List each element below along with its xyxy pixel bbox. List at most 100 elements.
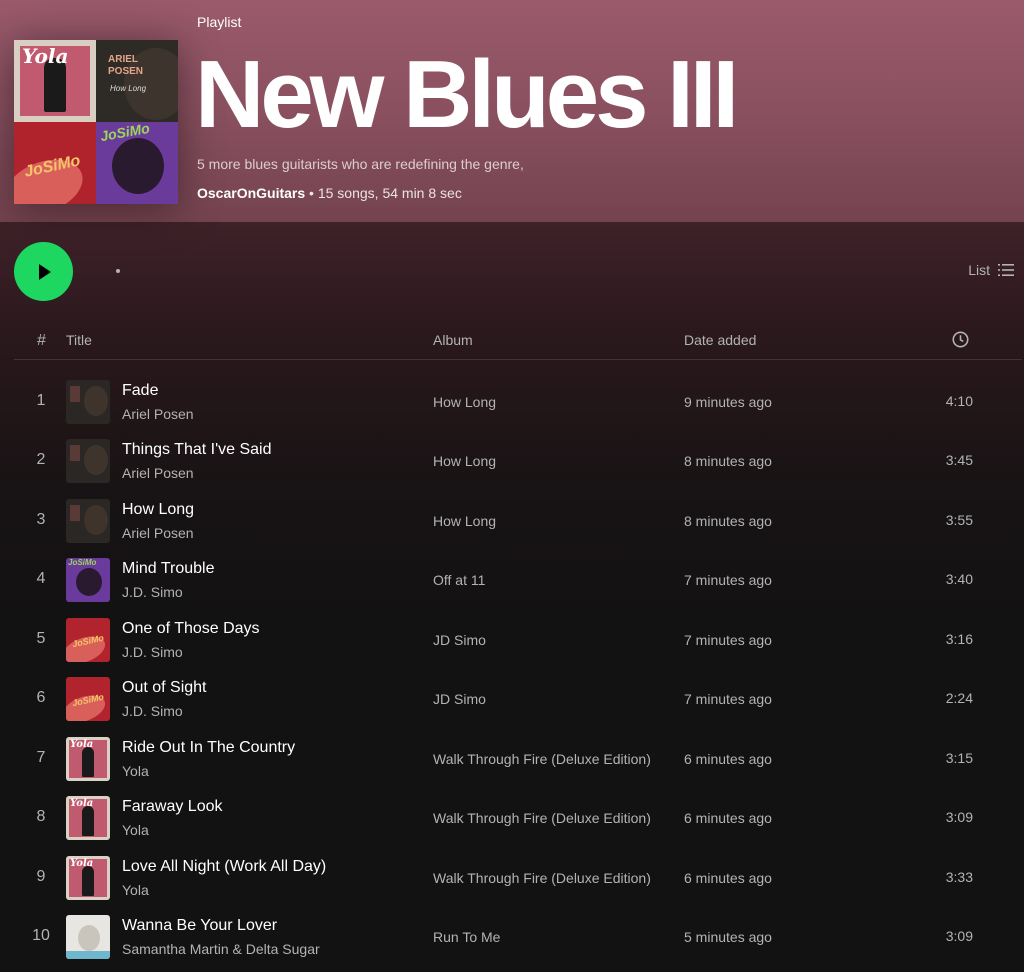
track-date-added: 7 minutes ago <box>684 691 772 707</box>
more-options-icon <box>116 269 120 273</box>
track-date-added: 6 minutes ago <box>684 751 772 767</box>
meta-separator: • <box>305 185 318 201</box>
track-title[interactable]: One of Those Days <box>122 620 260 638</box>
cover-quadrant-yola: Yola <box>14 40 96 122</box>
track-album[interactable]: JD Simo <box>433 632 486 648</box>
track-number: 3 <box>36 511 46 528</box>
track-date-added: 5 minutes ago <box>684 929 772 945</box>
album-art-lettering: JoSiMo <box>68 558 97 567</box>
track-album-art: JoSiMo <box>66 558 110 602</box>
cover-ariel-sub: How Long <box>110 84 147 93</box>
track-number: 1 <box>36 392 46 409</box>
album-art-lettering: JoSiMo <box>71 632 105 650</box>
track-album[interactable]: Walk Through Fire (Deluxe Edition) <box>433 810 651 826</box>
track-album[interactable]: Walk Through Fire (Deluxe Edition) <box>433 870 651 886</box>
cover-jd-text: JoSiMo <box>22 152 82 181</box>
track-row[interactable]: 4 JoSiMo Mind Trouble J.D. Simo Off at 11 7 m… <box>0 550 1024 609</box>
track-date-added: 8 minutes ago <box>684 513 772 529</box>
track-duration: 2:24 <box>945 690 973 706</box>
track-row[interactable]: 3 How Long Ariel Posen How Long 8 minutes ag… <box>0 491 1024 550</box>
track-duration: 3:45 <box>945 452 973 468</box>
track-row[interactable]: 8 Yola Faraway Look Yola Walk Through Fire (… <box>0 788 1024 847</box>
track-album-art: Yola <box>66 796 110 840</box>
track-title[interactable]: Out of Sight <box>122 679 207 697</box>
track-artist[interactable]: Yola <box>122 882 149 898</box>
track-artist[interactable]: Ariel Posen <box>122 406 194 422</box>
track-title[interactable]: Things That I've Said <box>122 441 272 459</box>
track-number: 4 <box>36 570 46 587</box>
track-row[interactable]: 5 JoSiMo One of Those Days J.D. Simo JD Simo… <box>0 610 1024 669</box>
playlist-title: New Blues III <box>195 41 739 148</box>
track-title[interactable]: Mind Trouble <box>122 560 215 578</box>
play-icon <box>38 263 51 280</box>
playlist-meta: OscarOnGuitars • 15 songs, 54 min 8 sec <box>197 185 462 201</box>
album-art-lettering: Yola <box>70 858 94 869</box>
cover-yola-text: Yola <box>22 44 69 68</box>
track-album-art: JoSiMo <box>66 677 110 721</box>
track-row[interactable]: 7 Yola Ride Out In The Country Yola Walk Thr… <box>0 729 1024 788</box>
track-album-art <box>66 915 110 959</box>
column-header-album[interactable]: Album <box>433 332 473 348</box>
cover-quadrant-off-at-11: JoSiMo <box>96 122 178 204</box>
list-view-icon <box>998 264 1014 276</box>
track-album[interactable]: How Long <box>433 453 496 469</box>
track-title[interactable]: How Long <box>122 501 194 519</box>
track-artist[interactable]: J.D. Simo <box>122 644 183 660</box>
track-title[interactable]: Ride Out In The Country <box>122 739 295 757</box>
track-album[interactable]: How Long <box>433 394 496 410</box>
track-album[interactable]: How Long <box>433 513 496 529</box>
header-divider <box>14 359 1022 360</box>
track-duration: 3:09 <box>945 928 973 944</box>
track-album[interactable]: Off at 11 <box>433 572 485 588</box>
track-album[interactable]: Run To Me <box>433 929 500 945</box>
cover-purple-text: JoSiMo <box>98 122 151 145</box>
track-artist[interactable]: J.D. Simo <box>122 703 183 719</box>
track-title[interactable]: Love All Night (Work All Day) <box>122 858 326 876</box>
track-album-art <box>66 380 110 424</box>
track-date-added: 7 minutes ago <box>684 632 772 648</box>
playlist-owner-link[interactable]: OscarOnGuitars <box>197 185 305 201</box>
track-duration: 3:40 <box>945 571 973 587</box>
track-title[interactable]: Wanna Be Your Lover <box>122 917 277 935</box>
track-artist[interactable]: Samantha Martin & Delta Sugar <box>122 941 320 957</box>
playlist-type-label: Playlist <box>197 14 242 30</box>
column-header-title[interactable]: Title <box>66 332 92 348</box>
track-album-art <box>66 499 110 543</box>
track-number: 6 <box>36 689 46 706</box>
track-artist[interactable]: J.D. Simo <box>122 584 183 600</box>
track-duration: 3:16 <box>945 631 973 647</box>
clock-icon <box>952 331 969 348</box>
track-artist[interactable]: Ariel Posen <box>122 465 194 481</box>
more-options-button[interactable] <box>100 258 136 284</box>
view-mode-button[interactable]: List <box>968 262 1014 278</box>
column-header-date-added[interactable]: Date added <box>684 332 756 348</box>
track-date-added: 8 minutes ago <box>684 453 772 469</box>
track-row[interactable]: 1 Fade Ariel Posen How Long 9 minutes ago 4:1… <box>0 372 1024 431</box>
track-title[interactable]: Fade <box>122 382 158 400</box>
column-header-duration[interactable] <box>952 331 969 351</box>
track-row[interactable]: 6 JoSiMo Out of Sight J.D. Simo JD Simo 7 min… <box>0 669 1024 728</box>
track-artist[interactable]: Yola <box>122 822 149 838</box>
track-row[interactable]: 2 Things That I've Said Ariel Posen How Lon… <box>0 431 1024 490</box>
track-artist[interactable]: Yola <box>122 763 149 779</box>
track-duration: 3:55 <box>945 512 973 528</box>
track-date-added: 9 minutes ago <box>684 394 772 410</box>
track-album[interactable]: JD Simo <box>433 691 486 707</box>
track-row[interactable]: 10 Wanna Be Your Lover Samantha Martin & D… <box>0 907 1024 966</box>
track-duration: 3:15 <box>945 750 973 766</box>
track-duration: 3:09 <box>945 809 973 825</box>
track-artist[interactable]: Ariel Posen <box>122 525 194 541</box>
track-album-art: JoSiMo <box>66 618 110 662</box>
track-number: 8 <box>36 808 46 825</box>
playlist-cover[interactable]: Yola ARIEL POSEN How Long JoSiMo JoSiMo <box>14 40 178 204</box>
track-number: 10 <box>32 927 50 944</box>
track-title[interactable]: Faraway Look <box>122 798 223 816</box>
track-album-art: Yola <box>66 737 110 781</box>
track-date-added: 6 minutes ago <box>684 870 772 886</box>
track-row[interactable]: 9 Yola Love All Night (Work All Day) Yola Wa… <box>0 848 1024 907</box>
cover-ariel-text: ARIEL POSEN <box>108 54 144 77</box>
play-button[interactable] <box>14 242 73 301</box>
view-mode-label: List <box>968 262 990 278</box>
track-album[interactable]: Walk Through Fire (Deluxe Edition) <box>433 751 651 767</box>
track-number: 9 <box>36 868 46 885</box>
